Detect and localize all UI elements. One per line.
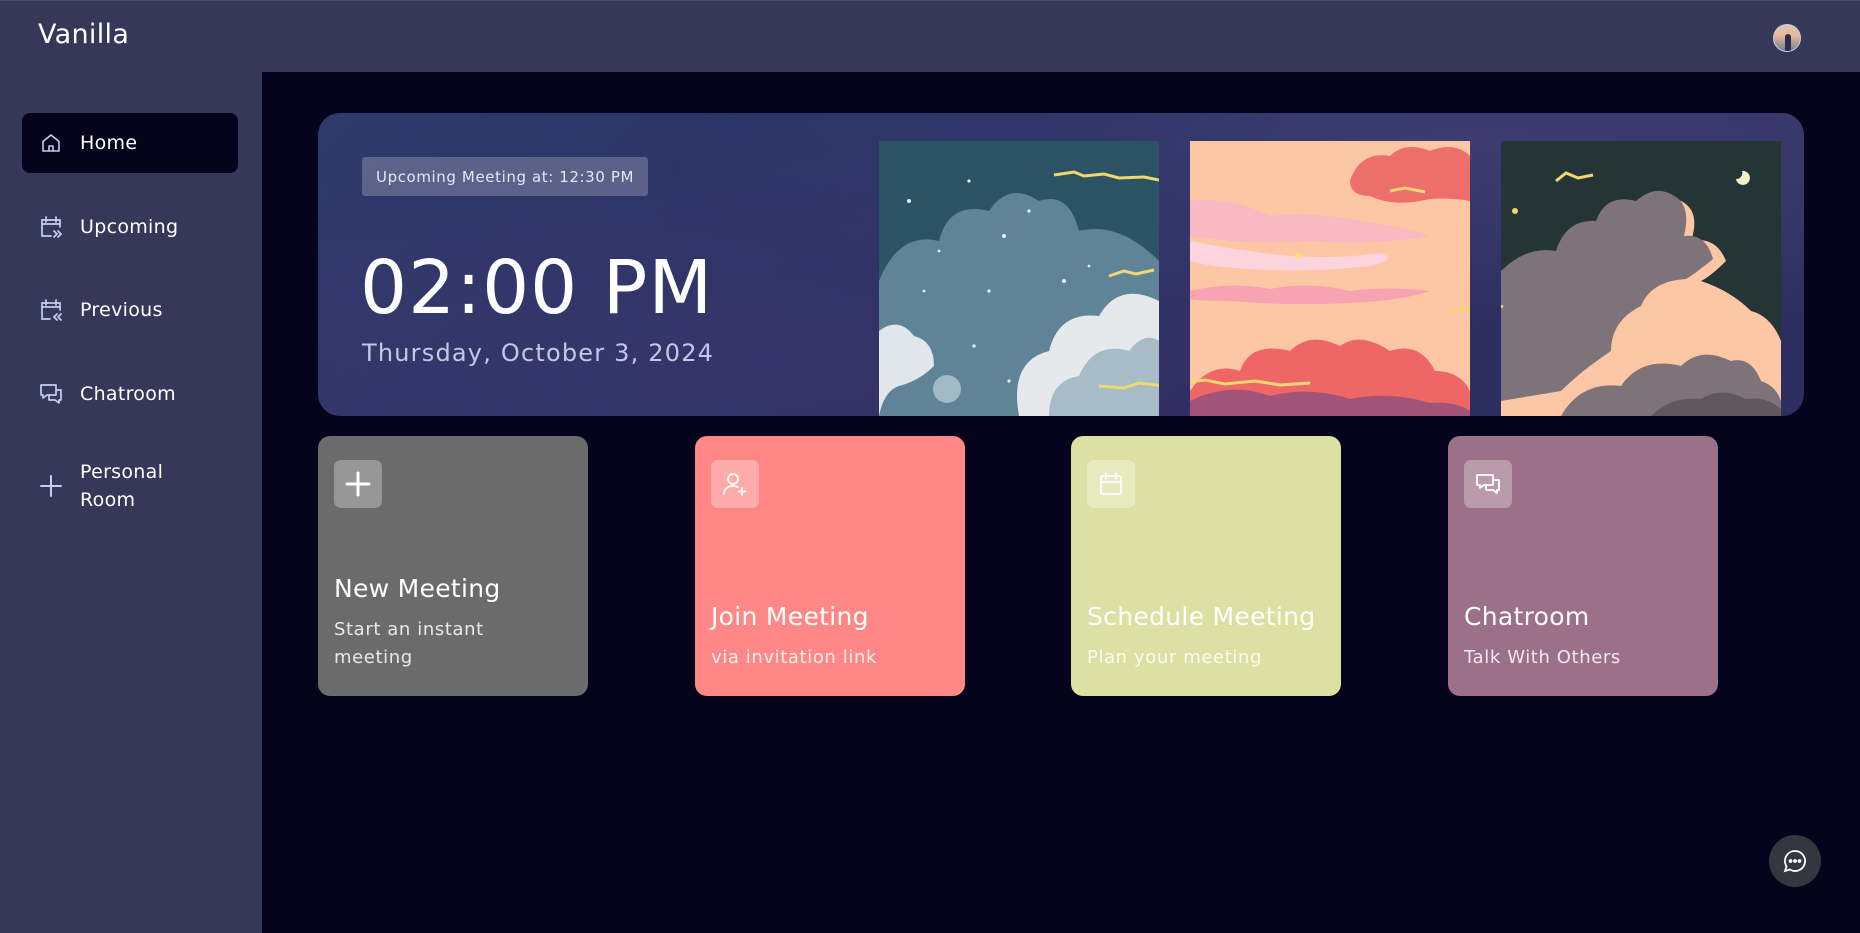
sidebar-item-label: Home: [80, 132, 138, 154]
sidebar-item-home[interactable]: Home: [22, 113, 238, 173]
night-clouds-illustration: [879, 141, 1159, 416]
chat-bubbles-icon: [1464, 460, 1512, 508]
plus-icon: [334, 460, 382, 508]
hero-banner: Upcoming Meeting at: 12:30 PM 02:00 PM T…: [318, 113, 1804, 416]
new-meeting-card[interactable]: New Meeting Start an instant meeting: [318, 436, 588, 696]
calendar-previous-icon: [38, 297, 64, 323]
app-logo[interactable]: Vanilla: [38, 19, 129, 50]
sidebar-item-label: Chatroom: [80, 383, 176, 405]
plus-icon: [38, 473, 64, 499]
add-user-icon: [711, 460, 759, 508]
card-subtitle: Start an instant meeting: [334, 619, 484, 668]
chat-bubbles-icon: [38, 381, 64, 407]
sidebar-item-personal-room[interactable]: Personal Room: [22, 454, 238, 518]
sunset-clouds-illustration: [1190, 141, 1470, 416]
card-title: Schedule Meeting: [1087, 602, 1316, 631]
top-bar: Vanilla: [0, 0, 1860, 72]
sidebar-item-label: Upcoming: [80, 216, 179, 238]
current-time: 02:00 PM: [360, 245, 714, 331]
chat-dots-icon: [1782, 848, 1808, 874]
sidebar: Home Upcoming Previous Chatroom Personal…: [0, 72, 262, 933]
card-subtitle: Plan your meeting: [1087, 647, 1262, 668]
current-date: Thursday, October 3, 2024: [362, 339, 715, 367]
sidebar-item-chatroom[interactable]: Chatroom: [22, 364, 238, 424]
sidebar-item-previous[interactable]: Previous: [22, 280, 238, 340]
sidebar-item-upcoming[interactable]: Upcoming: [22, 197, 238, 257]
card-subtitle: via invitation link: [711, 647, 877, 668]
sidebar-item-label: Personal Room: [80, 461, 164, 511]
card-title: Chatroom: [1464, 602, 1590, 631]
calendar-upcoming-icon: [38, 214, 64, 240]
calendar-icon: [1087, 460, 1135, 508]
dark-clouds-illustration: [1501, 141, 1781, 416]
card-title: New Meeting: [334, 574, 501, 603]
card-title: Join Meeting: [711, 602, 869, 631]
schedule-meeting-card[interactable]: Schedule Meeting Plan your meeting: [1071, 436, 1341, 696]
home-icon: [38, 130, 64, 156]
sidebar-item-label: Previous: [80, 299, 163, 321]
card-subtitle: Talk With Others: [1464, 647, 1621, 668]
join-meeting-card[interactable]: Join Meeting via invitation link: [695, 436, 965, 696]
upcoming-meeting-badge: Upcoming Meeting at: 12:30 PM: [362, 157, 649, 196]
user-avatar[interactable]: [1773, 24, 1801, 52]
chatroom-card[interactable]: Chatroom Talk With Others: [1448, 436, 1718, 696]
chat-button[interactable]: [1769, 835, 1821, 887]
